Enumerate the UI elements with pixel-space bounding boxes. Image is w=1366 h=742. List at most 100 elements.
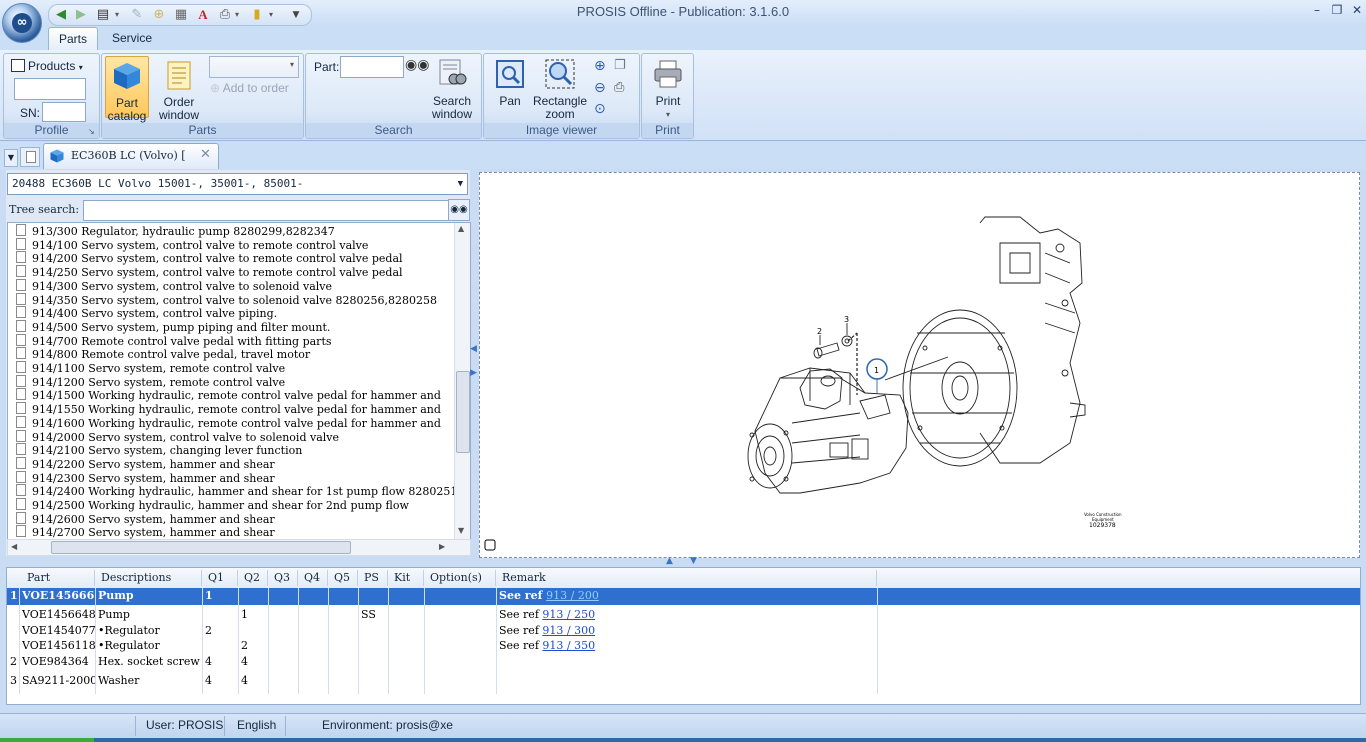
tree-item[interactable]: 914/2600 Servo system, hammer and shear: [16, 511, 275, 526]
tree-item[interactable]: 914/500 Servo system, pump piping and fi…: [16, 319, 330, 334]
document-icon: [16, 265, 26, 278]
restore-icon[interactable]: ❐: [1328, 3, 1346, 17]
scroll-left-icon[interactable]: ◀: [11, 542, 17, 551]
remark-ref-link[interactable]: 913 / 300: [542, 624, 595, 637]
column-header-q4[interactable]: Q4: [298, 570, 328, 586]
tab-service[interactable]: Service: [102, 27, 162, 50]
tree-item[interactable]: 914/2000 Servo system, control valve to …: [16, 429, 339, 444]
print-image-icon[interactable]: ⎙: [614, 80, 624, 95]
tree-item[interactable]: 914/2100 Servo system, changing lever fu…: [16, 443, 302, 457]
products-dropdown[interactable]: Products ▾: [11, 59, 83, 73]
tree-item[interactable]: 914/2700 Servo system, hammer and shear: [16, 525, 275, 539]
tree-horizontal-scrollbar[interactable]: ◀ ▶: [7, 539, 471, 556]
document-icon: [16, 484, 26, 497]
publication-select[interactable]: 20488 EC360B LC Volvo 15001-, 35001-, 85…: [7, 173, 468, 195]
tree-scroll-thumb[interactable]: [456, 371, 470, 453]
column-header-q2[interactable]: Q2: [238, 570, 268, 586]
column-header-part[interactable]: Part: [21, 570, 95, 586]
column-header-q1[interactable]: Q1: [202, 570, 238, 586]
collapse-left-icon[interactable]: ◀: [470, 344, 477, 354]
tab-parts[interactable]: Parts: [48, 27, 99, 51]
tree-item[interactable]: 914/1200 Servo system, remote control va…: [16, 374, 285, 389]
ps-cell: [358, 673, 388, 689]
remark-ref-link[interactable]: 913 / 350: [542, 639, 595, 652]
tree-search-input[interactable]: [83, 200, 449, 221]
document-icon: [16, 443, 26, 456]
expand-right-icon[interactable]: ▶: [470, 368, 477, 378]
tab-list-dropdown-icon[interactable]: ▼: [4, 149, 18, 167]
binoculars-icon[interactable]: ◉◉: [405, 57, 429, 73]
tree-item[interactable]: 913/300 Regulator, hydraulic pump 828029…: [16, 224, 335, 238]
tree-item[interactable]: 914/2400 Working hydraulic, hammer and s…: [16, 484, 461, 498]
tree-item-label: 914/2300 Servo system, hammer and shear: [32, 471, 275, 485]
product-input[interactable]: [14, 78, 86, 100]
collapse-up-icon[interactable]: ▲: [666, 556, 673, 566]
tree-item[interactable]: 914/350 Servo system, control valve to s…: [16, 292, 437, 307]
close-tab-icon[interactable]: ✕: [200, 147, 211, 162]
column-header-kit[interactable]: Kit: [388, 570, 424, 586]
tree-item[interactable]: 914/2200 Servo system, hammer and shear: [16, 456, 275, 471]
tree-vertical-scrollbar[interactable]: ▲ ▼: [454, 223, 470, 540]
remark-ref-link[interactable]: 913 / 200: [546, 589, 599, 602]
tree-item[interactable]: 914/300 Servo system, control valve to s…: [16, 278, 332, 293]
tree-item[interactable]: 914/250 Servo system, control valve to r…: [16, 265, 403, 279]
column-header-opt[interactable]: Option(s): [424, 570, 496, 586]
new-tab-icon[interactable]: [20, 147, 40, 167]
order-select[interactable]: ▾: [209, 56, 299, 78]
tree-item[interactable]: 914/2300 Servo system, hammer and shear: [16, 470, 275, 485]
sn-input[interactable]: [42, 102, 86, 122]
tree-item-label: 914/800 Remote control valve pedal, trav…: [32, 348, 311, 362]
scroll-right-icon[interactable]: ▶: [439, 542, 445, 551]
zoom-out-icon[interactable]: ⊖: [594, 80, 606, 96]
tree-item-label: 914/1100 Servo system, remote control va…: [32, 362, 286, 375]
tree-item[interactable]: 914/2500 Working hydraulic, hammer and s…: [16, 498, 409, 512]
scroll-down-icon[interactable]: ▼: [458, 526, 464, 535]
description-cell: Hex. socket screw: [98, 655, 200, 668]
column-header-q5[interactable]: Q5: [328, 570, 358, 586]
tree-horizontal-scroll-thumb[interactable]: [51, 541, 351, 554]
tree-item-label: 914/2600 Servo system, hammer and shear: [32, 512, 275, 526]
tree-search-binoculars-icon[interactable]: ◉◉: [448, 199, 470, 221]
remark-cell: [496, 654, 877, 670]
tree-item[interactable]: 914/800 Remote control valve pedal, trav…: [16, 347, 311, 362]
document-tab[interactable]: EC360B LC (Volvo) [ ✕: [43, 143, 219, 169]
pan-button[interactable]: Pan: [492, 58, 528, 118]
expand-down-icon[interactable]: ▼: [690, 556, 697, 566]
viewer-checkbox[interactable]: [484, 539, 496, 551]
order-window-button[interactable]: Order window: [154, 59, 204, 122]
remark-cell: See ref 913 / 350: [496, 638, 877, 654]
tree-item[interactable]: 914/700 Remote control valve pedal with …: [16, 333, 332, 348]
copy-icon[interactable]: ❐: [614, 58, 626, 73]
tree-item[interactable]: 914/1500 Working hydraulic, remote contr…: [16, 388, 441, 402]
tree-item[interactable]: 914/1550 Working hydraulic, remote contr…: [16, 402, 441, 416]
tree-item[interactable]: 914/200 Servo system, control valve to r…: [16, 251, 403, 265]
scroll-up-icon[interactable]: ▲: [458, 224, 464, 233]
column-header-remark[interactable]: Remark: [496, 570, 877, 586]
rectangle-zoom-button[interactable]: Rectangle zoom: [532, 58, 588, 121]
column-header-ps[interactable]: PS: [358, 570, 388, 586]
alignment-line: [884, 356, 949, 381]
document-icon: [16, 456, 26, 469]
dialog-launcher-icon[interactable]: ↘: [88, 128, 96, 136]
tree-item[interactable]: 914/1600 Working hydraulic, remote contr…: [16, 415, 441, 430]
tree-item-label: 914/2000 Servo system, control valve to …: [32, 430, 339, 444]
application-menu-button[interactable]: ∞: [2, 3, 42, 43]
minimize-icon[interactable]: –: [1308, 3, 1326, 17]
tree-item[interactable]: 914/100 Servo system, control valve to r…: [16, 237, 368, 252]
zoom-fit-icon[interactable]: ⊙: [594, 101, 606, 117]
part-search-input[interactable]: [340, 56, 404, 78]
q2-cell: 1: [241, 608, 248, 621]
zoom-in-icon[interactable]: ⊕: [594, 58, 606, 74]
add-to-order-button[interactable]: ⊕ Add to order: [210, 81, 289, 95]
part-catalog-button[interactable]: Part catalog: [105, 56, 149, 123]
print-button[interactable]: Print ▾: [648, 58, 688, 120]
close-icon[interactable]: ✕: [1348, 3, 1366, 17]
search-window-button[interactable]: Search window: [428, 58, 476, 121]
tree-item[interactable]: 914/400 Servo system, control valve pipi…: [16, 306, 277, 320]
tree-item[interactable]: 914/1100 Servo system, remote control va…: [16, 361, 286, 375]
remark-ref-link[interactable]: 913 / 250: [542, 608, 595, 621]
q1-cell: 4: [205, 674, 212, 687]
column-header-desc[interactable]: Descriptions: [95, 570, 202, 586]
image-viewer[interactable]: 1 2 3 Volvo Construction Equipment 10293…: [479, 172, 1360, 558]
column-header-q3[interactable]: Q3: [268, 570, 298, 586]
